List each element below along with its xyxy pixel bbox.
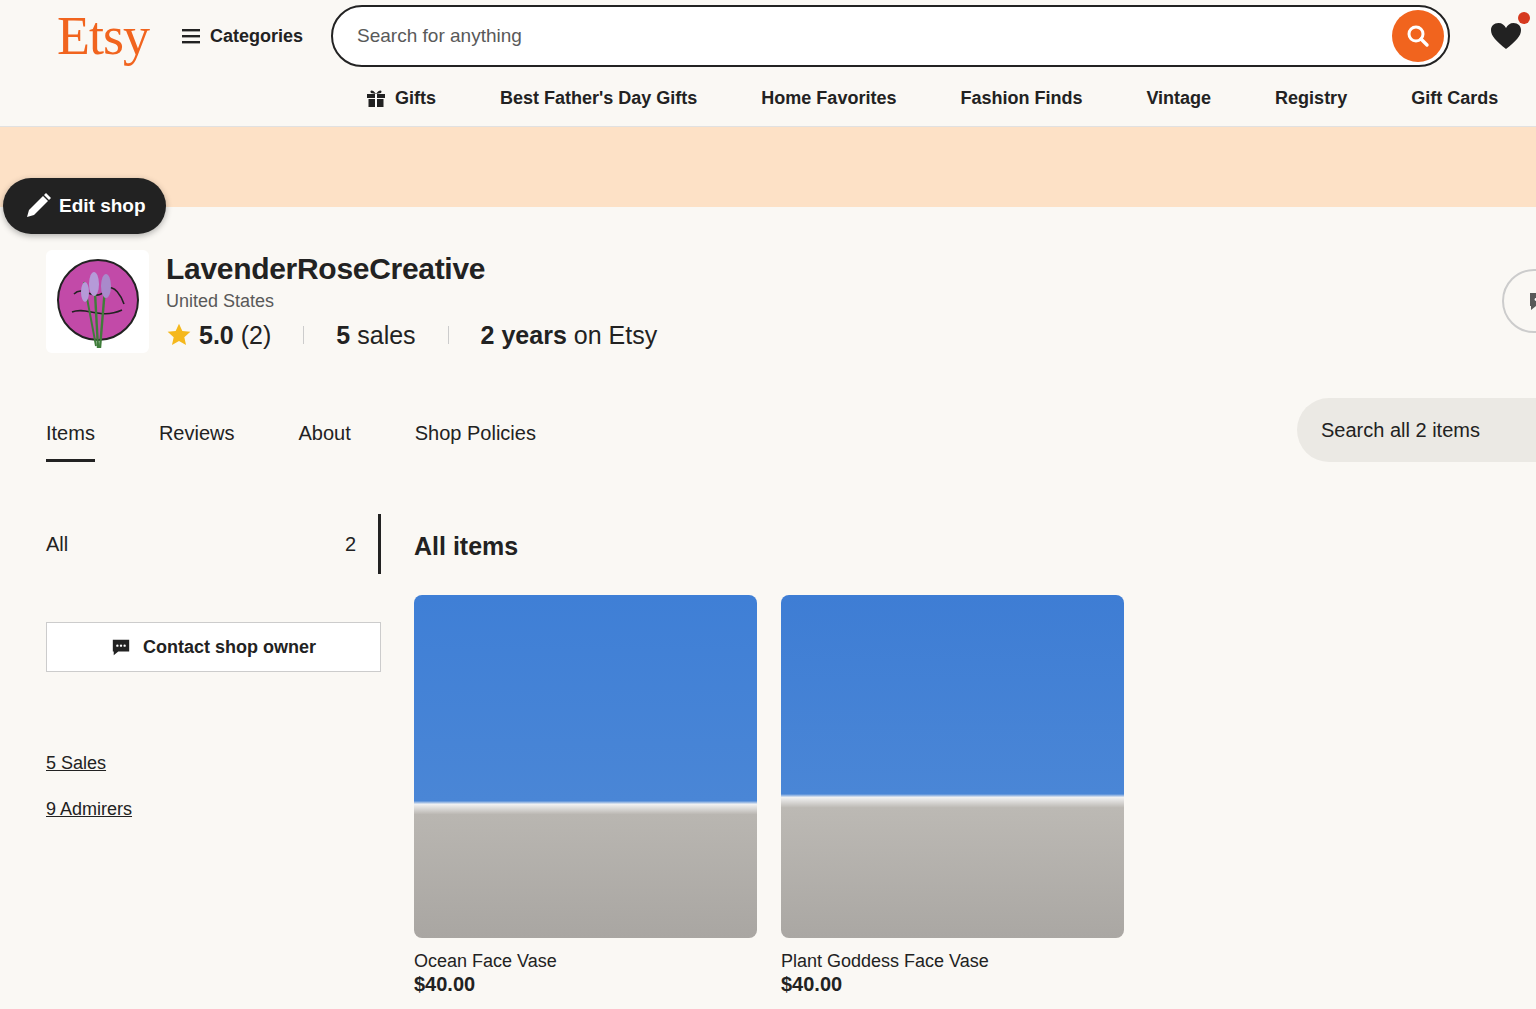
search-placeholder: Search for anything — [357, 25, 522, 47]
shop-sales: 5sales — [336, 319, 415, 351]
nav-item[interactable]: Best Father's Day Gifts — [500, 88, 697, 109]
categories-label: Categories — [210, 26, 303, 47]
contact-shop-owner-button[interactable]: Contact shop owner — [46, 622, 381, 672]
shop-tab[interactable]: Reviews — [159, 422, 235, 462]
nav-item[interactable]: Fashion Finds — [960, 88, 1082, 109]
item-search-field[interactable]: Search all 2 items — [1297, 398, 1536, 462]
shop-stats: 5.0(2) 5sales 2 yearson Etsy — [166, 319, 657, 351]
nav-item[interactable]: Gift Cards — [1411, 88, 1498, 109]
sidebar: All 2 Contact shop owner 5 Sales 9 Admirers — [46, 514, 381, 996]
nav-item[interactable]: Home Favorites — [761, 88, 896, 109]
notification-dot — [1518, 12, 1530, 24]
nav-label: Gift Cards — [1411, 88, 1498, 109]
shop-tabs: Items Reviews About Shop Policies — [46, 422, 536, 462]
shop-links: 5 Sales 9 Admirers — [46, 752, 381, 820]
edit-shop-label: Edit shop — [59, 195, 146, 217]
section-label: All — [46, 533, 68, 556]
nav-item[interactable]: Registry — [1275, 88, 1347, 109]
shop-name: LavenderRoseCreative — [166, 250, 657, 288]
age-label: on Etsy — [574, 319, 657, 351]
categories-button[interactable]: Categories — [182, 26, 303, 47]
stat-divider — [448, 326, 449, 344]
shop-tab[interactable]: About — [298, 422, 350, 462]
etsy-shop-page: Etsy Categories Search for anything Gifts Be… — [0, 0, 1536, 1009]
shop-tab[interactable]: Shop Policies — [415, 422, 536, 462]
nav-label: Registry — [1275, 88, 1347, 109]
listing-title: Ocean Face Vase — [414, 950, 757, 972]
shop-rating[interactable]: 5.0(2) — [166, 319, 271, 351]
section-item[interactable]: All 2 — [46, 514, 381, 574]
contact-label: Contact shop owner — [143, 637, 316, 658]
hamburger-icon — [182, 28, 200, 44]
listing-photo — [414, 595, 757, 938]
rating-value: 5.0 — [199, 319, 234, 351]
shop-location: United States — [166, 289, 657, 313]
star-icon — [166, 322, 192, 348]
header-top-row: Etsy Categories Search for anything — [0, 0, 1536, 70]
review-count: (2) — [241, 319, 272, 351]
listing-photo — [781, 595, 1124, 938]
listing-price: $40.00 — [414, 972, 757, 996]
category-nav: Gifts Best Father's Day Gifts Home Favorit… — [0, 70, 1536, 126]
items-title: All items — [414, 530, 1124, 562]
shop-link[interactable]: 9 Admirers — [46, 798, 381, 820]
message-button[interactable] — [1502, 269, 1536, 333]
site-header: Etsy Categories Search for anything Gifts Be… — [0, 0, 1536, 127]
nav-label: Home Favorites — [761, 88, 896, 109]
shop-link[interactable]: 5 Sales — [46, 752, 381, 774]
chat-icon — [1528, 290, 1536, 312]
shop-banner — [0, 127, 1536, 207]
gift-icon — [366, 88, 386, 108]
edit-shop-button[interactable]: Edit shop — [3, 178, 166, 234]
search-field[interactable]: Search for anything — [331, 5, 1450, 67]
heart-icon — [1490, 22, 1522, 50]
nav-label: Fashion Finds — [960, 88, 1082, 109]
favorites-button[interactable] — [1490, 22, 1522, 50]
shop-header: LavenderRoseCreativeUnited States5.0(2)5… — [0, 250, 1536, 353]
nav-label: Vintage — [1146, 88, 1211, 109]
magnifier-icon — [1405, 23, 1431, 49]
sales-count: 5 — [336, 319, 350, 351]
shop-info: LavenderRoseCreativeUnited States5.0(2)5… — [166, 250, 657, 351]
item-search-placeholder: Search all 2 items — [1321, 419, 1480, 442]
listing-price: $40.00 — [781, 972, 1124, 996]
nav-item[interactable]: Gifts — [366, 88, 436, 109]
listing-card[interactable]: Plant Goddess Face Vase$40.00 — [781, 595, 1124, 996]
shop-content: All2Contact shop owner5 Sales9 AdmirersA… — [0, 514, 1536, 996]
nav-item[interactable]: Vintage — [1146, 88, 1211, 109]
nav-label: Best Father's Day Gifts — [500, 88, 697, 109]
shop-tabs-row: Items Reviews About Shop Policies Search all… — [0, 398, 1536, 462]
pencil-icon — [23, 191, 53, 221]
search-button[interactable] — [1392, 10, 1444, 62]
chat-icon — [111, 637, 131, 657]
items-area: All itemsOcean Face Vase$40.00Plant Godd… — [414, 514, 1124, 996]
items-grid: Ocean Face Vase$40.00Plant Goddess Face … — [414, 595, 1124, 996]
listing-card[interactable]: Ocean Face Vase$40.00 — [414, 595, 757, 996]
shop-age: 2 yearson Etsy — [481, 319, 658, 351]
rose-icon — [50, 254, 146, 350]
listing-title: Plant Goddess Face Vase — [781, 950, 1124, 972]
shop-tab[interactable]: Items — [46, 422, 95, 462]
age-value: 2 years — [481, 319, 567, 351]
sales-label: sales — [357, 319, 415, 351]
section-count: 2 — [345, 533, 356, 556]
shop-logo — [46, 250, 149, 353]
nav-label: Gifts — [395, 88, 436, 109]
etsy-logo[interactable]: Etsy — [57, 6, 149, 66]
stat-divider — [303, 326, 304, 344]
